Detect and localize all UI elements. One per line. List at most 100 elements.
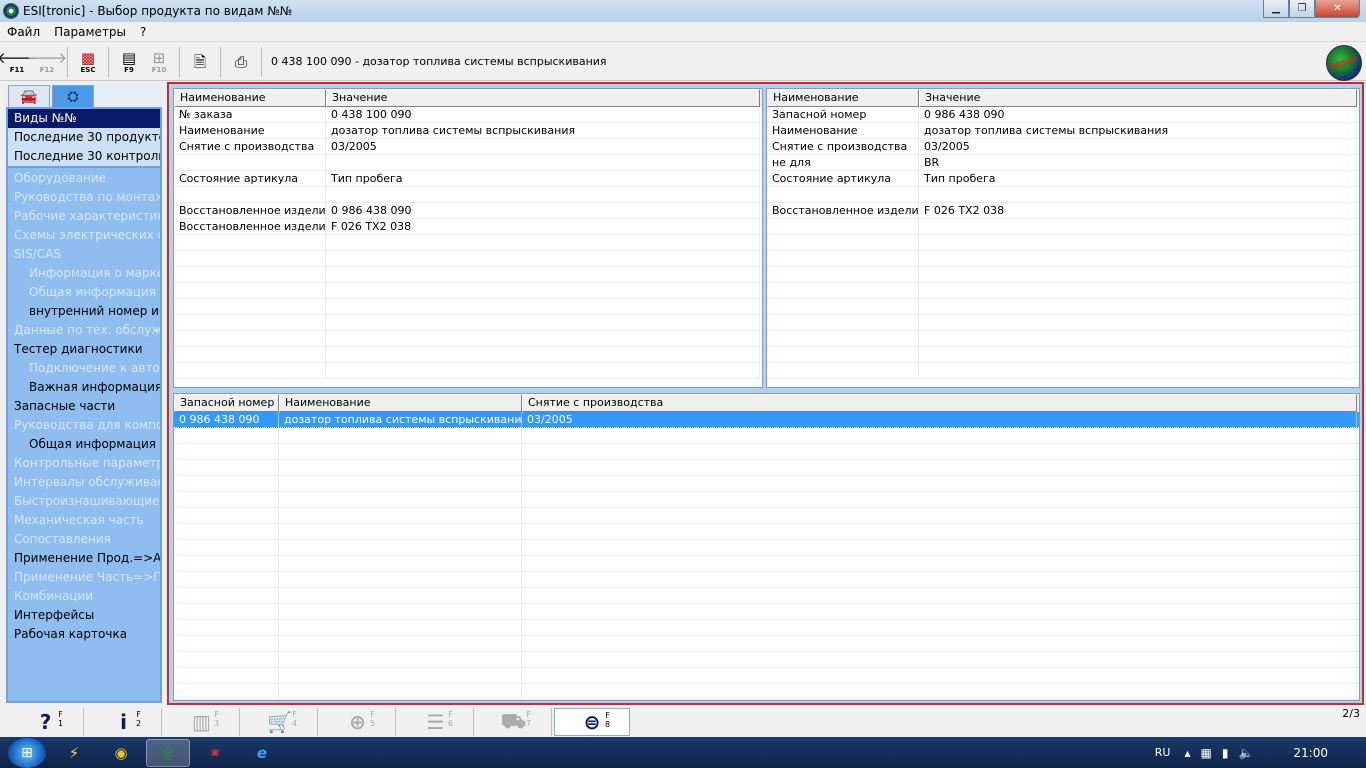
table-row[interactable] [174,508,1359,524]
sidebar-item[interactable]: SIS/CAS [8,245,160,264]
forward-button[interactable]: 🡒 F12 [27,46,67,78]
table-row[interactable]: Восстановленное изделие 0 986 438 090 [174,203,762,219]
taskbar-tecdoc[interactable]: ▣ [193,739,237,767]
close-button[interactable]: ✕ [1315,0,1360,18]
table-row[interactable]: Снятие с производства 03/2005 [767,139,1359,155]
sidebar-item[interactable]: Комбинации [8,587,160,606]
column-header-value[interactable]: Значение [919,89,1357,107]
table-row[interactable] [174,524,1359,540]
table-row[interactable] [767,299,1359,315]
sidebar-item[interactable]: Информация о марке [8,264,160,283]
table-row[interactable] [174,604,1359,620]
menu-file[interactable]: Файл [0,25,47,39]
power-icon[interactable]: ▮ [1222,746,1229,760]
function-key-8-button[interactable]: ⊜ F 8 [554,708,630,736]
table-row[interactable] [174,187,762,203]
taskbar-chrome[interactable]: ◉ [99,739,143,767]
minimize-button[interactable]: ▁ [1263,0,1289,18]
table-row[interactable] [174,492,1359,508]
table-row[interactable]: Снятие с производства 03/2005 [174,139,762,155]
table-row[interactable] [174,315,762,331]
table-row[interactable] [767,363,1359,379]
taskbar-ie[interactable]: e [240,739,284,767]
table-row[interactable]: Состояние артикула Тип пробега [174,171,762,187]
sidebar-item[interactable]: Быстроизнашивающие... [8,492,160,511]
table-row[interactable] [174,347,762,363]
sidebar-item-types[interactable]: Виды №№ [8,109,160,128]
table-row[interactable] [767,251,1359,267]
f9-button[interactable]: ▤ F9 [116,46,142,78]
function-key-6-button[interactable]: ☰ F 6 [398,708,474,736]
table-row[interactable] [174,684,1359,700]
table-row[interactable] [767,315,1359,331]
table-row[interactable] [174,460,1359,476]
bosch-globe-logo[interactable]: BOSCH [1326,45,1362,81]
sidebar-item[interactable]: Тестер диагностики [8,340,160,359]
menu-parameters[interactable]: Параметры [47,25,133,39]
sidebar-item[interactable]: Подключение к авто... [8,359,160,378]
function-key-4-button[interactable]: 🛒 F 4 [242,708,318,736]
sidebar-item[interactable]: Применение Часть=>П... [8,568,160,587]
table-row[interactable] [174,444,1359,460]
sidebar-item[interactable]: Интервалы обслуживан... [8,473,160,492]
table-row[interactable] [174,299,762,315]
table-row[interactable] [174,428,1359,444]
sidebar-item-recent-checks[interactable]: Последние 30 контроль... [8,147,160,166]
table-row[interactable] [767,187,1359,203]
taskbar-app-1[interactable]: ⚡ [52,739,96,767]
clock[interactable]: 21:00 [1293,746,1328,760]
column-header-part-number[interactable]: Запасной номер [174,394,279,412]
table-row[interactable] [767,235,1359,251]
taskbar-esitronic[interactable]: ◎ [146,738,190,767]
table-row[interactable] [767,331,1359,347]
network-icon[interactable]: ▦ [1201,746,1212,760]
sidebar-item-recent-products[interactable]: Последние 30 продуктов [8,128,160,147]
table-row[interactable] [174,620,1359,636]
sidebar-item[interactable]: Общая информация [8,435,160,454]
sidebar-item[interactable]: Механическая часть [8,511,160,530]
table-row[interactable] [174,267,762,283]
language-indicator[interactable]: RU [1155,746,1171,759]
sidebar-item[interactable]: Схемы электрических с... [8,226,160,245]
table-row[interactable]: не для BR [767,155,1359,171]
table-row[interactable]: Восстановленное изделие F 026 TX2 038 [767,203,1359,219]
table-row[interactable] [174,556,1359,572]
tab-vehicle[interactable]: 🚘 [8,85,50,107]
column-header-name[interactable]: Наименование [767,89,919,107]
document-button[interactable]: 🗎 [187,46,213,78]
function-key-3-button[interactable]: ▥ F 3 [164,708,240,736]
table-row[interactable] [174,636,1359,652]
column-header-value[interactable]: Значение [326,89,760,107]
sidebar-item[interactable]: Данные по тех. обслуж. [8,321,160,340]
table-row[interactable] [174,668,1359,684]
table-row[interactable]: 0 986 438 090 дозатор топлива системы всп… [174,412,1359,428]
table-row[interactable] [174,363,762,379]
print-button[interactable]: ⎙ [228,46,254,78]
table-row[interactable] [174,283,762,299]
f10-button[interactable]: ⊞ F10 [146,46,172,78]
table-row[interactable] [767,283,1359,299]
table-row[interactable] [174,652,1359,668]
table-row[interactable] [174,155,762,171]
function-key-1-button[interactable]: ? F 1 [8,708,84,736]
table-row[interactable] [174,476,1359,492]
table-row[interactable] [174,572,1359,588]
table-row[interactable]: Восстановленное изделие F 026 TX2 038 [174,219,762,235]
sidebar-item[interactable]: Оборудование [8,169,160,188]
sidebar-item[interactable]: Сопоставления [8,530,160,549]
table-row[interactable] [174,540,1359,556]
table-row[interactable]: Состояние артикула Тип пробега [767,171,1359,187]
sidebar-item[interactable]: Контрольные параметр... [8,454,160,473]
table-row[interactable]: Наименование дозатор топлива системы вспр… [174,123,762,139]
sidebar-item[interactable]: Запасные части [8,397,160,416]
function-key-7-button[interactable]: ⛟ F 7 [476,708,552,736]
sidebar-item[interactable]: Рабочие характеристики [8,207,160,226]
menu-help[interactable]: ? [133,25,153,39]
sidebar-item[interactable]: Важная информация [8,378,160,397]
table-row[interactable]: Наименование дозатор топлива системы вспр… [767,123,1359,139]
function-key-5-button[interactable]: ⊕ F 5 [320,708,396,736]
sidebar-item[interactable]: Общая информация [8,283,160,302]
column-header-discontinued[interactable]: Снятие с производства [522,394,1357,412]
table-row[interactable] [174,331,762,347]
sidebar-item[interactable]: внутренний номер и... [8,302,160,321]
